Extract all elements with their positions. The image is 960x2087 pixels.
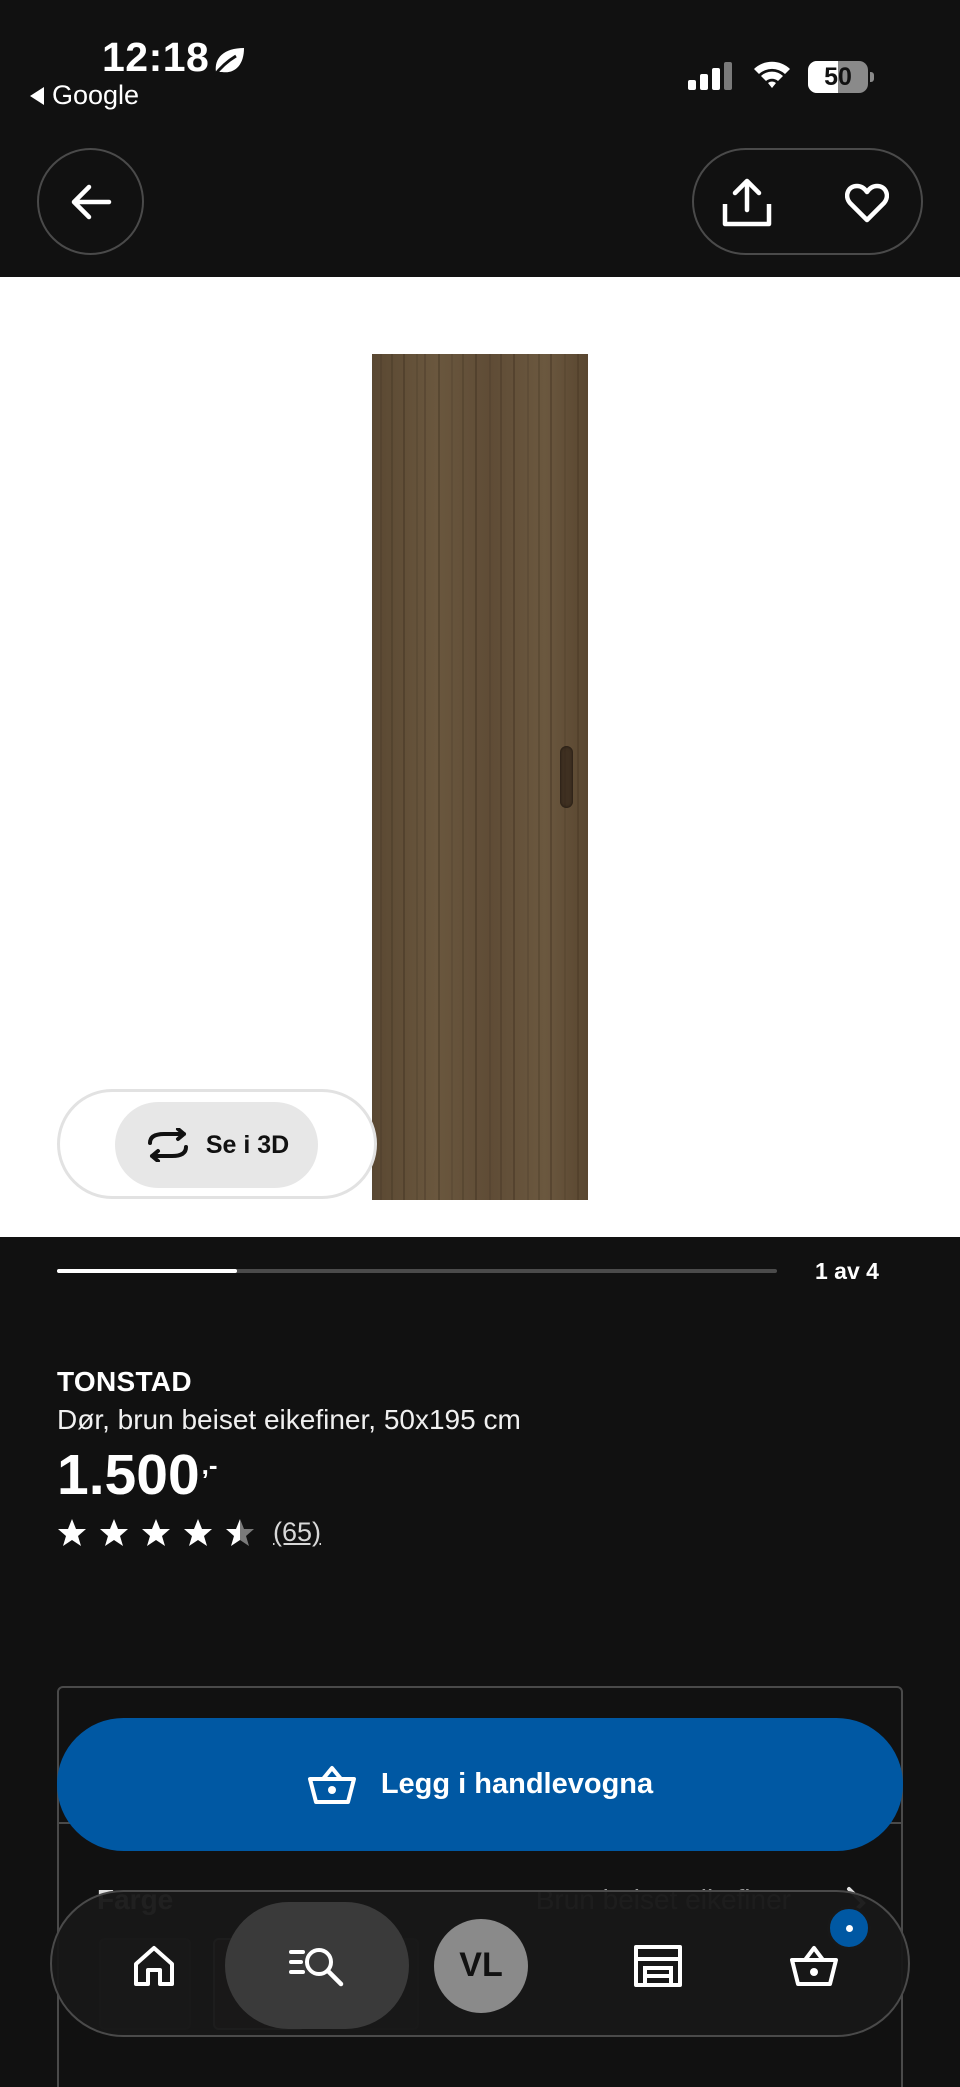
wood-grain-line <box>550 354 552 1200</box>
product-name: TONSTAD <box>57 1366 192 1397</box>
gallery-progress-bar <box>57 1269 777 1273</box>
cart-badge <box>827 1906 871 1950</box>
battery-cap <box>870 72 874 82</box>
price-value: 1.500 <box>57 1443 200 1507</box>
status-bar: 12:18 Google 50 <box>0 0 960 120</box>
share-icon <box>722 178 772 227</box>
wood-grain-line <box>564 354 566 1200</box>
cart-badge-dot <box>845 1924 853 1932</box>
signal-icon <box>688 62 732 90</box>
wood-grain-line <box>424 354 426 1200</box>
add-to-cart-button[interactable]: Legg i handlevogna <box>57 1718 903 1851</box>
product-image-door <box>372 354 588 1200</box>
nav-search[interactable] <box>225 1892 409 2039</box>
gallery-pager-label: 1 av 4 <box>815 1258 879 1284</box>
wood-grain-line <box>451 354 453 1200</box>
home-icon <box>134 1945 174 1986</box>
star-icon <box>100 1518 128 1546</box>
wood-grain-line <box>403 354 405 1200</box>
wood-grain-line <box>538 354 540 1200</box>
wood-grain-line <box>527 354 529 1200</box>
gallery-progress-fill <box>57 1269 237 1273</box>
product-description: Dør, brun beiset eikefiner, 50x195 cm <box>57 1404 521 1435</box>
battery-indicator: 50 <box>808 61 874 93</box>
nav-stores[interactable] <box>608 1892 708 2039</box>
wood-grain-line <box>500 354 502 1200</box>
product-image-gallery[interactable]: Se i 3D <box>0 277 960 1237</box>
wood-grain-line <box>380 354 382 1200</box>
back-button[interactable] <box>37 148 144 255</box>
favourite-button[interactable] <box>834 170 900 236</box>
wood-grain-line <box>475 354 477 1200</box>
price-suffix: ,- <box>201 1450 218 1480</box>
star-icon <box>58 1518 86 1546</box>
back-app-label: Google <box>52 80 140 110</box>
back-triangle-icon <box>30 86 44 105</box>
wood-grain-line <box>391 354 393 1200</box>
wood-grain-line <box>489 354 491 1200</box>
star-icon <box>226 1518 254 1546</box>
share-button[interactable] <box>714 170 780 236</box>
nav-home[interactable] <box>104 1892 204 2039</box>
wifi-icon <box>754 61 790 88</box>
wood-grain-line <box>462 354 464 1200</box>
view-3d-label: Se i 3D <box>205 1130 290 1159</box>
back-to-app-link[interactable]: Google <box>30 80 139 111</box>
wood-grain-line <box>438 354 440 1200</box>
arrow-left-icon <box>71 184 111 219</box>
wood-grain-line <box>577 354 579 1200</box>
basket-icon <box>307 1765 356 1804</box>
battery-body: 50 <box>808 61 868 93</box>
product-price: 1.500 ,- <box>57 1442 218 1508</box>
view-3d-button[interactable]: Se i 3D <box>115 1102 318 1188</box>
star-icon <box>184 1518 212 1546</box>
heart-icon <box>845 183 889 223</box>
door-handle-recess <box>560 746 573 808</box>
add-to-cart-label: Legg i handlevogna <box>380 1768 654 1800</box>
battery-percent: 50 <box>824 63 852 91</box>
wood-grain-line <box>416 354 418 1200</box>
bottom-navigation: VL <box>50 1890 910 2037</box>
cart-icon <box>790 1945 838 1986</box>
nav-profile[interactable]: VL <box>433 1892 529 2039</box>
status-time: 12:18 <box>102 34 210 80</box>
leaf-icon <box>212 48 244 77</box>
profile-avatar: VL <box>434 1918 528 2013</box>
header-actions <box>692 148 923 255</box>
rotate-3d-icon <box>147 1128 188 1162</box>
rating-stars <box>57 1518 255 1548</box>
star-icon <box>142 1518 170 1546</box>
product-rating[interactable]: (65) <box>57 1517 321 1548</box>
wood-grain-line <box>513 354 515 1200</box>
rating-count-link[interactable]: (65) <box>273 1517 321 1548</box>
search-icon <box>289 1947 344 1986</box>
view-3d-container: Se i 3D <box>57 1089 377 1199</box>
store-icon <box>634 1944 682 1987</box>
